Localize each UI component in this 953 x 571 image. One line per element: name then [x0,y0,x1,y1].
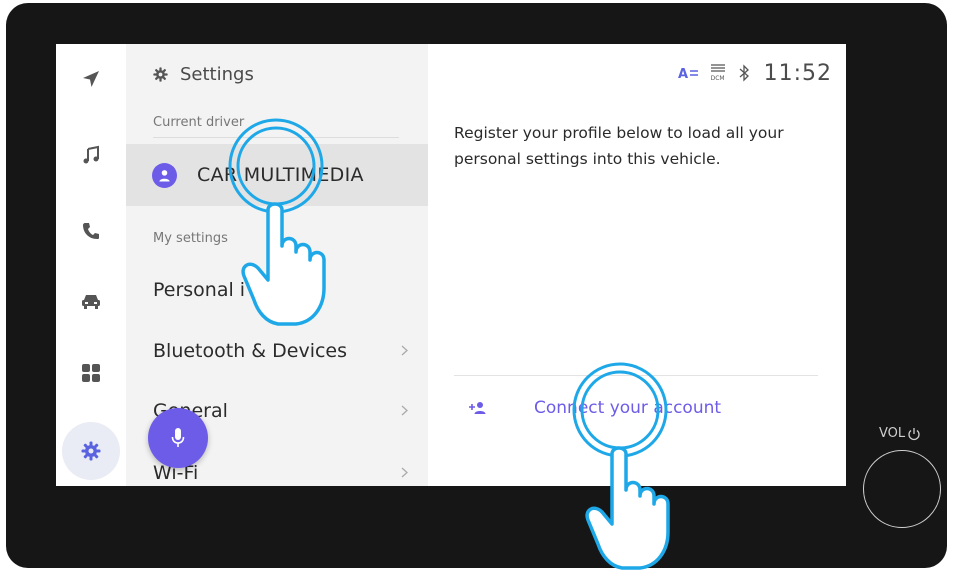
voice-assistant-button[interactable] [148,408,208,468]
navigation-arrow-icon [83,71,99,87]
vol-text: VOL [879,426,906,441]
profile-description: Register your profile below to load all … [454,124,784,168]
tap-indicator [228,118,326,326]
settings-item-bluetooth[interactable]: Bluetooth & Devices [126,323,428,379]
nav-rail [56,44,126,486]
my-settings-label: My settings [153,231,228,246]
chevron-right-icon [401,405,408,416]
infotainment-screen: Settings Current driver CAR MULTIMEDIA M… [56,44,846,486]
volume-label: VOL [879,426,921,441]
apps-grid-icon [82,364,100,382]
chevron-right-icon [401,467,408,478]
tap-indicator [572,362,670,570]
page-title: Settings [180,63,254,85]
settings-header: Settings [126,56,428,92]
font-size-icon: A [678,67,698,80]
settings-item-label: Bluetooth & Devices [153,340,348,362]
user-icon [159,169,170,182]
status-bar: A DCM 11:52 [678,58,832,88]
gear-icon [81,441,101,461]
power-icon [908,427,920,440]
dcm-label: DCM [710,75,725,82]
pointing-hand-icon [241,202,326,326]
rail-navigation[interactable] [56,44,126,114]
rail-phone[interactable] [56,196,126,266]
rail-vehicle[interactable] [56,266,126,336]
volume-knob[interactable] [863,450,941,528]
car-icon [82,295,100,309]
microphone-icon [171,428,185,447]
bluetooth-icon [739,64,749,82]
dcm-signal-icon [710,64,725,72]
svg-text:A: A [678,67,688,80]
add-user-icon [469,402,486,414]
chevron-right-icon [401,345,408,356]
rail-settings[interactable] [56,416,126,486]
dcm-status: DCM [710,64,726,82]
phone-icon [83,223,99,239]
rail-music[interactable] [56,120,126,190]
pointing-hand-icon [585,446,670,570]
rail-apps[interactable] [56,338,126,408]
gear-icon [153,66,168,82]
avatar [152,162,177,188]
music-note-icon [83,145,99,164]
clock: 11:52 [763,60,832,86]
